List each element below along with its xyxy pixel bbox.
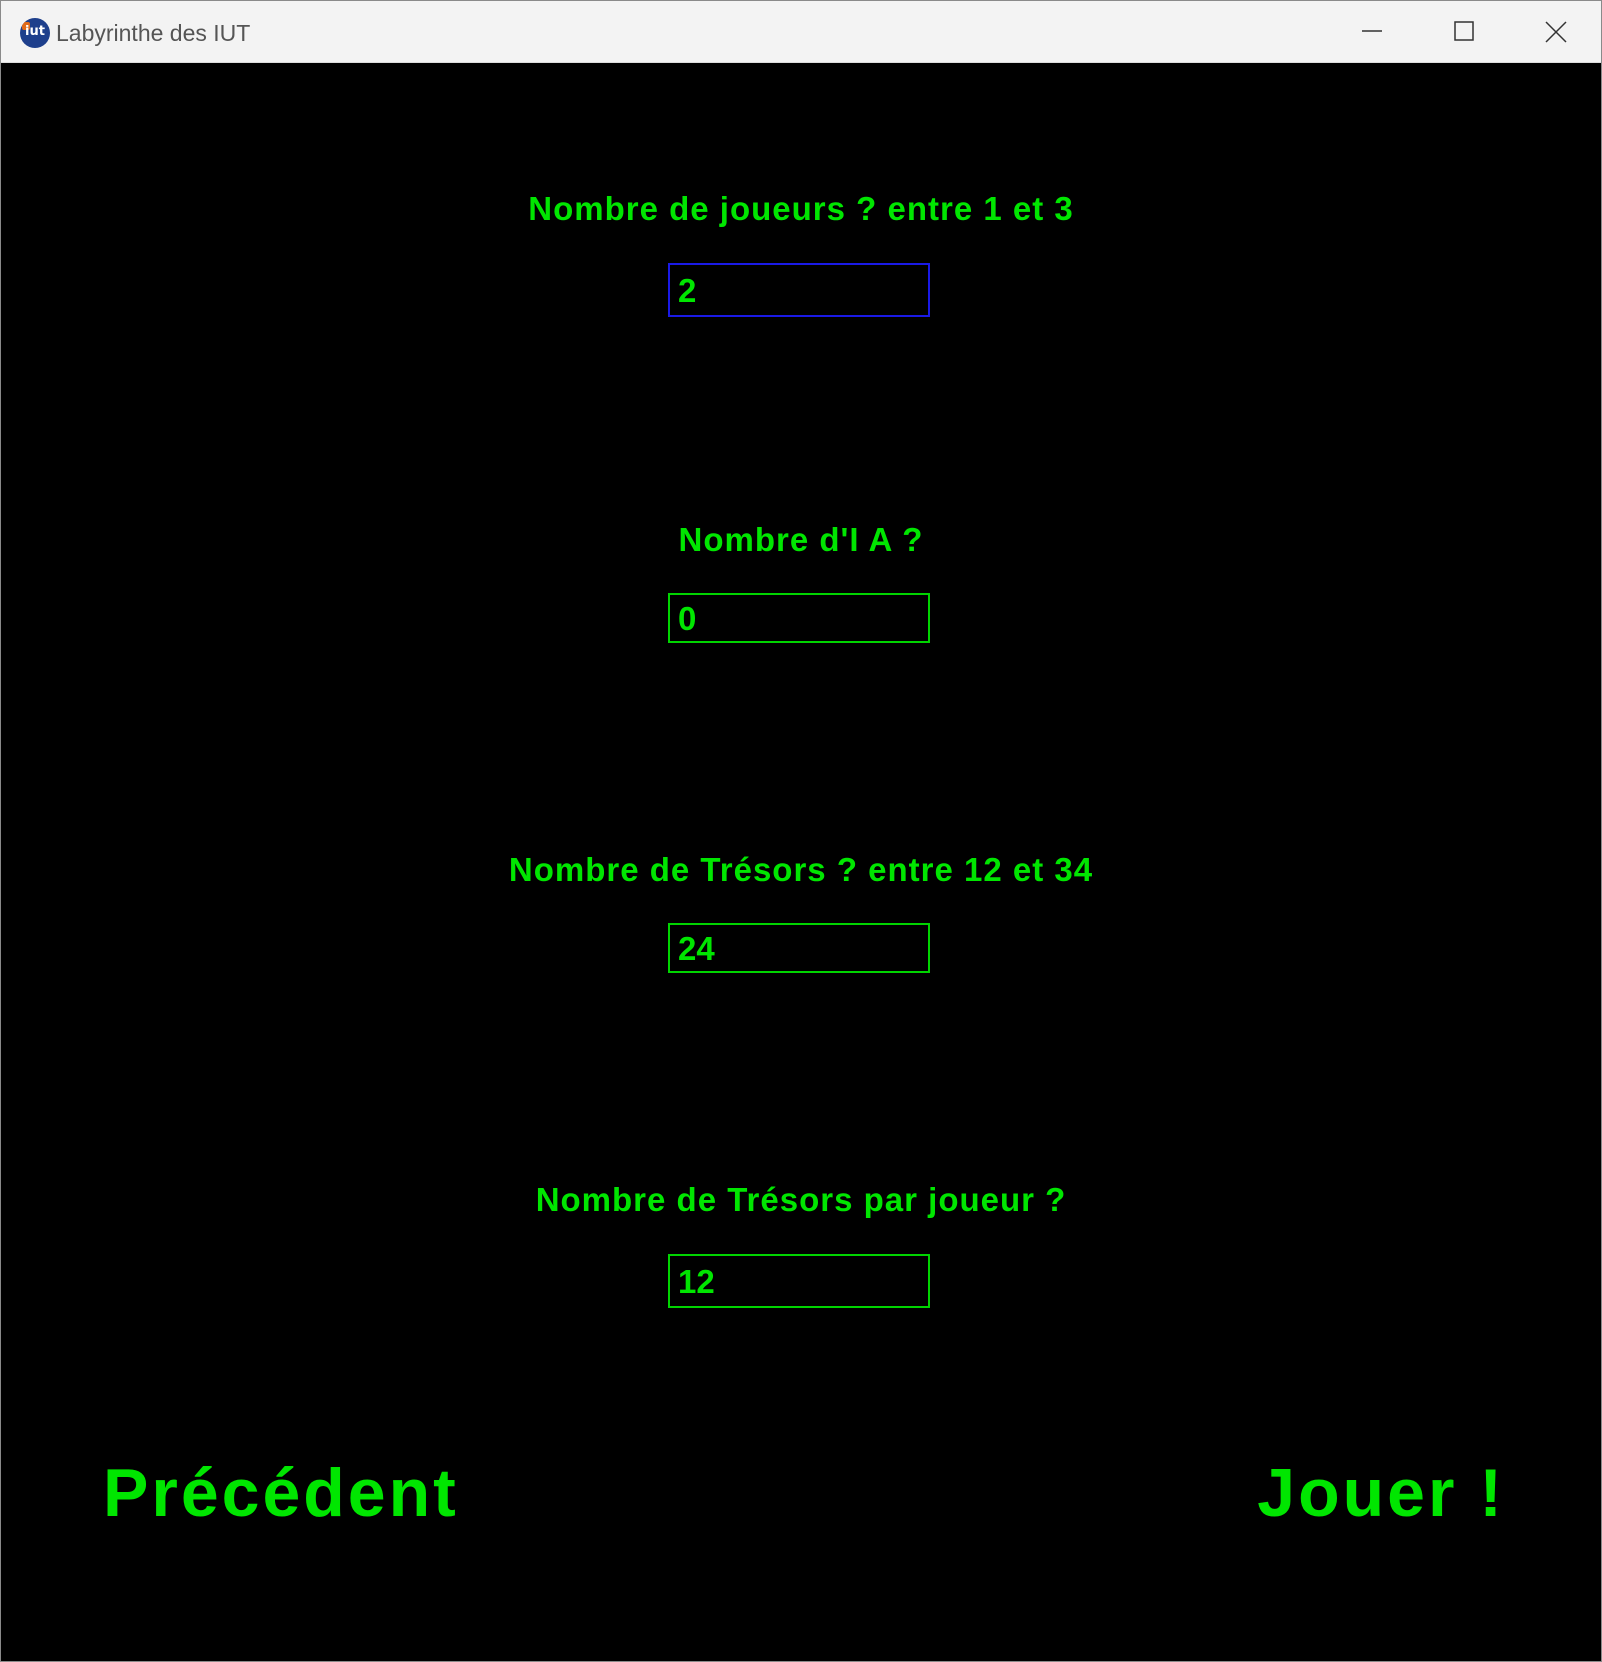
close-icon [1545,21,1567,43]
minimize-button[interactable] [1326,1,1418,62]
previous-button[interactable]: Précédent [103,1453,459,1533]
setup-screen: Nombre de joueurs ? entre 1 et 3 2 Nombr… [1,63,1601,1661]
treasures-label: Nombre de Trésors ? entre 12 et 34 [508,851,1094,888]
ai-value: 0 [678,600,697,637]
app-window: iut Labyrinthe des IUT Nombre de joueurs… [0,0,1602,1662]
window-title: Labyrinthe des IUT [56,20,251,46]
maximize-button[interactable] [1418,1,1510,62]
treasures-per-player-label: Nombre de Trésors par joueur ? [535,1181,1067,1218]
players-label: Nombre de joueurs ? entre 1 et 3 [528,190,1074,227]
ai-label: Nombre d'I A ? [678,521,924,558]
play-button[interactable]: Jouer ! [1257,1453,1505,1533]
maximize-icon [1454,21,1474,41]
close-button[interactable] [1509,1,1601,62]
treasures-input[interactable]: 24 [668,923,930,973]
title-bar[interactable]: iut Labyrinthe des IUT [1,1,1601,63]
players-value: 2 [678,272,697,309]
ai-input[interactable]: 0 [668,593,930,643]
treasures-value: 24 [678,930,715,967]
players-input[interactable]: 2 [668,263,930,317]
logo-text: iut [25,24,45,39]
iut-logo-icon: iut [20,18,50,48]
treasures-per-player-input[interactable]: 12 [668,1254,930,1308]
treasures-per-player-value: 12 [678,1263,715,1300]
minimize-icon [1362,30,1382,32]
